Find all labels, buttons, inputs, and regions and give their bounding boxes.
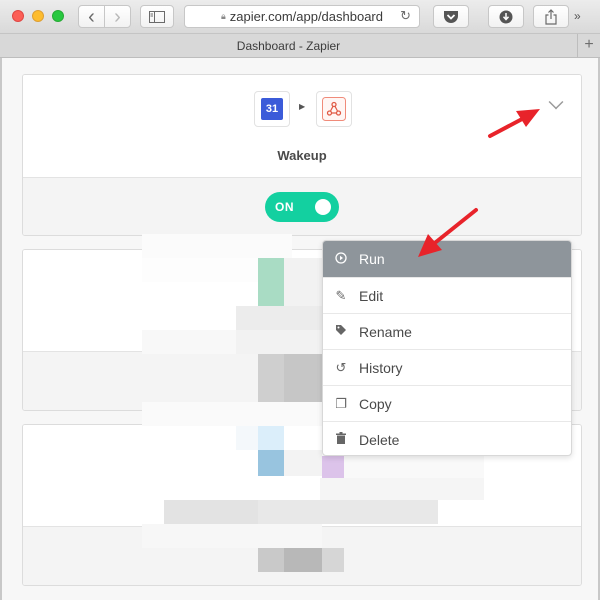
redaction-block xyxy=(236,306,322,330)
webhook-icon xyxy=(322,97,346,121)
redaction-block xyxy=(322,456,344,478)
menu-item-label: History xyxy=(359,359,403,376)
redaction-block xyxy=(344,456,484,478)
redaction-block xyxy=(142,330,236,354)
lock-icon: 🔒︎ xyxy=(220,11,226,21)
menu-item-delete[interactable]: Delete xyxy=(323,421,571,455)
overflow-chevron-icon[interactable]: » xyxy=(574,9,581,23)
copy-icon: ❐ xyxy=(335,395,347,411)
zap-actions-menu: Run ✎ Edit Rename ↺ History ❐ Copy Delet… xyxy=(322,240,572,456)
redaction-block xyxy=(258,354,284,402)
step-arrow-icon: ▶ xyxy=(299,102,306,111)
chevron-right-icon: › xyxy=(114,5,121,28)
reload-icon[interactable]: ↻ xyxy=(400,8,411,24)
browser-toolbar: ‹ › 🔒︎ zapier.com/app/dashboard ↻ » xyxy=(0,0,600,34)
redaction-block xyxy=(322,548,344,572)
zap-title: Wakeup xyxy=(277,148,327,163)
redaction-block xyxy=(258,258,284,306)
menu-item-run[interactable]: Run xyxy=(323,241,571,277)
menu-item-label: Edit xyxy=(359,287,384,304)
redaction-block xyxy=(258,450,284,476)
forward-button[interactable]: › xyxy=(104,5,131,28)
url-text: zapier.com/app/dashboard xyxy=(229,9,383,24)
redaction-block xyxy=(164,500,258,524)
tab-dashboard[interactable]: Dashboard - Zapier xyxy=(0,34,578,58)
chevron-down-icon[interactable] xyxy=(548,94,564,110)
menu-item-copy[interactable]: ❐ Copy xyxy=(323,385,571,421)
menu-item-rename[interactable]: Rename xyxy=(323,313,571,349)
address-bar[interactable]: 🔒︎ zapier.com/app/dashboard ↻ xyxy=(184,5,420,28)
tag-icon xyxy=(323,324,359,339)
sidebar-icon xyxy=(149,10,165,23)
share-icon xyxy=(545,8,557,25)
pocket-icon xyxy=(444,10,458,23)
zoom-window-button[interactable] xyxy=(52,10,64,22)
toggle-knob xyxy=(315,199,331,215)
trash-icon xyxy=(323,432,359,447)
redaction-block xyxy=(258,500,438,524)
minimize-window-button[interactable] xyxy=(32,10,44,22)
menu-item-label: Copy xyxy=(359,395,392,412)
share-button[interactable] xyxy=(533,5,569,28)
menu-item-history[interactable]: ↺ History xyxy=(323,349,571,385)
zap-card-header: 31 ▶ Wakeup xyxy=(23,75,581,178)
menu-item-label: Rename xyxy=(359,323,412,340)
redaction-block xyxy=(284,450,322,476)
zap-card: 31 ▶ Wakeup ON xyxy=(22,74,582,236)
toggle-label: ON xyxy=(275,200,294,214)
history-icon: ↺ xyxy=(335,359,347,375)
redaction-block xyxy=(320,478,484,500)
calendar-icon: 31 xyxy=(261,98,283,120)
play-icon xyxy=(323,251,359,267)
google-calendar-app-icon: 31 xyxy=(254,91,290,127)
zap-card-footer: ON xyxy=(23,177,581,235)
redaction-block xyxy=(258,426,284,450)
redaction-block xyxy=(236,426,258,450)
back-button[interactable]: ‹ xyxy=(78,5,105,28)
menu-item-edit[interactable]: ✎ Edit xyxy=(323,277,571,313)
pencil-icon: ✎ xyxy=(335,287,347,303)
redaction-block xyxy=(142,524,322,548)
menu-item-label: Run xyxy=(359,251,385,267)
redaction-block xyxy=(142,402,322,426)
redaction-block xyxy=(284,354,322,402)
redaction-block xyxy=(142,234,292,258)
webhooks-app-icon xyxy=(316,91,352,127)
tab-bar: Dashboard - Zapier + xyxy=(0,34,600,58)
redaction-block xyxy=(258,548,284,572)
redaction-block xyxy=(284,548,322,572)
pocket-button[interactable] xyxy=(433,5,469,28)
redaction-block xyxy=(142,258,258,282)
sidebar-toggle-button[interactable] xyxy=(140,5,174,28)
chevron-left-icon: ‹ xyxy=(88,5,95,28)
menu-item-label: Delete xyxy=(359,431,400,448)
close-window-button[interactable] xyxy=(12,10,24,22)
download-icon xyxy=(499,10,513,23)
redaction-block xyxy=(284,258,322,306)
downloads-button[interactable] xyxy=(488,5,524,28)
new-tab-button[interactable]: + xyxy=(578,34,600,58)
redaction-block xyxy=(236,330,322,354)
zap-on-off-toggle[interactable]: ON xyxy=(265,192,339,222)
